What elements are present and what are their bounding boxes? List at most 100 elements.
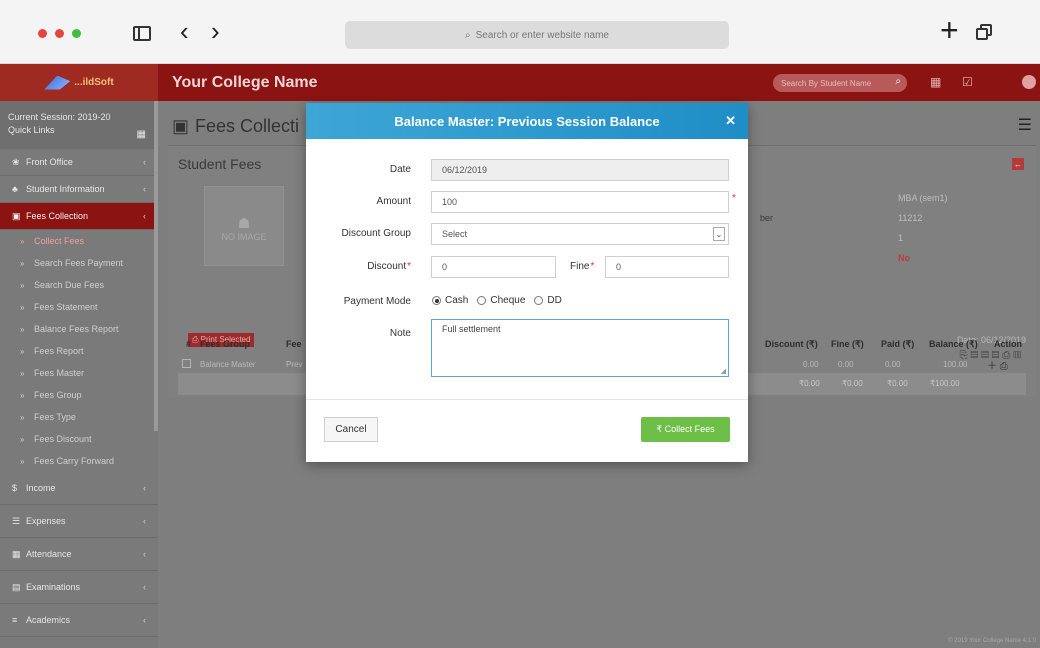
sidebar-item-label: Examinations (26, 582, 81, 592)
payment-mode-row: Payment Mode Cash Cheque DD (306, 291, 748, 313)
sidebar-item-label: Attendance (26, 549, 72, 559)
student-search-placeholder: Search By Student Name (781, 78, 872, 88)
close-window-button[interactable] (38, 29, 47, 38)
amount-field[interactable]: 100 (431, 191, 729, 213)
payment-cheque-radio[interactable]: Cheque (477, 295, 525, 306)
chevron-down-icon[interactable]: ⌄ (713, 227, 725, 241)
col-fine: Fine (₹) (831, 339, 864, 349)
row-select-checkbox[interactable] (182, 359, 191, 368)
sidebar-subitem-collect-fees[interactable]: » Collect Fees (0, 230, 158, 252)
sidebar-subitem-fees-master[interactable]: » Fees Master (0, 362, 158, 384)
sidebar-subitem-fees-group[interactable]: » Fees Group (0, 384, 158, 406)
note-label: Note (389, 328, 411, 339)
sidebar-item-icon: ▤ (12, 581, 21, 592)
sidebar-item-icon: ≡ (12, 615, 18, 625)
current-session: Current Session: 2019-20 (8, 112, 111, 122)
chevron-left-icon: ‹ (143, 211, 146, 221)
chevron-left-icon: ‹ (143, 549, 146, 559)
sidebar-subitem-label: Fees Carry Forward (34, 456, 115, 466)
quick-links[interactable]: Quick Links (8, 124, 150, 137)
roll-number-value: 11212 (898, 213, 923, 223)
payment-dd-label: DD (547, 295, 562, 306)
page-title: ▣ Fees Collecti (172, 116, 299, 137)
maximize-window-button[interactable] (72, 29, 81, 38)
fine-field[interactable]: 0 (605, 256, 729, 278)
grid-icon[interactable]: ▦ (137, 128, 146, 141)
cancel-button[interactable]: Cancel (324, 417, 378, 442)
sidebar-subitem-label: Fees Type (34, 412, 76, 422)
bullet-icon: » (20, 434, 25, 444)
payment-cash-radio[interactable]: Cash (432, 295, 468, 306)
payment-mode-label: Payment Mode (343, 296, 411, 307)
sidebar-subitem-search-due-fees[interactable]: » Search Due Fees (0, 274, 158, 296)
logo[interactable]: ...ildSoft (0, 64, 158, 101)
discount-group-select[interactable]: Select ⌄ (431, 223, 729, 245)
sidebar-subitem-fees-report[interactable]: » Fees Report (0, 340, 158, 362)
task-check-icon[interactable]: ☑ (962, 75, 973, 89)
bullet-icon: » (20, 324, 25, 334)
sidebar-subitem-search-fees-payment[interactable]: » Search Fees Payment (0, 252, 158, 274)
sidebar-subitem-label: Fees Statement (34, 302, 98, 312)
search-icon[interactable]: ⌕ (895, 76, 901, 87)
app-header: ...ildSoft Your College Name Search By S… (0, 64, 1040, 101)
discount-label: Discount* (367, 261, 411, 272)
row-paid: 0.00 (885, 360, 901, 369)
new-tab-button[interactable]: + (940, 14, 959, 46)
forward-arrow-icon[interactable]: › (211, 18, 220, 44)
payment-dd-radio[interactable]: DD (534, 295, 562, 306)
discount-group-row: Discount Group Select ⌄ (306, 223, 748, 245)
menu-icon[interactable]: ☰ (1018, 115, 1032, 135)
payment-cash-label: Cash (445, 295, 469, 306)
user-avatar[interactable] (1022, 75, 1036, 89)
radio-icon (477, 296, 487, 305)
print-icon: ⎙ (192, 335, 199, 344)
sidebar-toggle-icon[interactable] (133, 26, 151, 41)
sidebar-subitem-fees-statement[interactable]: » Fees Statement (0, 296, 158, 318)
date-field[interactable]: 06/12/2019 (431, 159, 729, 181)
row-action-icons[interactable]: ＋ ⎙ (987, 357, 1008, 372)
minimize-window-button[interactable] (55, 29, 64, 38)
tabs-overview-icon[interactable] (976, 24, 992, 44)
close-icon[interactable]: ✕ (725, 113, 736, 129)
sidebar-item-icon: ☰ (12, 515, 21, 526)
sidebar-subitem-fees-discount[interactable]: » Fees Discount (0, 428, 158, 450)
bullet-icon: » (20, 412, 25, 422)
sidebar-subitem-balance-fees-report[interactable]: » Balance Fees Report (0, 318, 158, 340)
back-button[interactable]: ← (1012, 158, 1024, 170)
sidebar-item-academics[interactable]: ≡ Academics ‹ (0, 604, 158, 637)
bullet-icon: » (20, 368, 25, 378)
total-paid: ₹0.00 (887, 379, 908, 388)
sidebar-subitem-label: Fees Group (34, 390, 82, 400)
modal-header: Balance Master: Previous Session Balance… (306, 103, 748, 139)
note-textarea[interactable]: Full settlement ◢ (431, 319, 729, 377)
sidebar-item-attendance[interactable]: ▦ Attendance ‹ (0, 538, 158, 571)
sidebar-item-income[interactable]: $ Income ‹ (0, 472, 158, 505)
resize-handle-icon[interactable]: ◢ (721, 367, 726, 375)
sidebar-subitem-fees-type[interactable]: » Fees Type (0, 406, 158, 428)
total-balance: ₹100.00 (930, 379, 960, 388)
sidebar-item-label: Front Office (26, 157, 73, 167)
sidebar-item-examinations[interactable]: ▤ Examinations ‹ (0, 571, 158, 604)
address-bar[interactable]: ⌕ Search or enter website name (345, 21, 729, 49)
collect-fees-button[interactable]: ₹ Collect Fees (641, 417, 730, 442)
modal-divider (306, 399, 748, 400)
sidebar-subitem-fees-carry-forward[interactable]: » Fees Carry Forward (0, 450, 158, 472)
sidebar-item-fees-collection[interactable]: ▣ Fees Collection ‹ (0, 203, 158, 230)
logo-text: ...ildSoft (74, 77, 114, 88)
balance-master-modal: Balance Master: Previous Session Balance… (306, 103, 748, 462)
chevron-left-icon: ‹ (143, 516, 146, 526)
sidebar-subitem-label: Search Due Fees (34, 280, 105, 290)
window-controls (38, 29, 81, 38)
sidebar-item-expenses[interactable]: ☰ Expenses ‹ (0, 505, 158, 538)
info-label: ber (760, 213, 774, 223)
address-placeholder: Search or enter website name (475, 29, 609, 41)
back-arrow-icon[interactable]: ‹ (180, 18, 189, 44)
sidebar-subitem-label: Search Fees Payment (34, 258, 124, 268)
student-search-input[interactable]: Search By Student Name ⌕ (773, 74, 907, 92)
discount-field[interactable]: 0 (431, 256, 556, 278)
sidebar-item-front-office[interactable]: ❀ Front Office ‹ (0, 149, 158, 176)
discount-group-value: Select (442, 229, 468, 239)
calendar-icon[interactable]: ▦ (930, 75, 941, 89)
fine-label-text: Fine (570, 261, 590, 272)
sidebar-item-student-information[interactable]: ♣ Student Information ‹ (0, 176, 158, 203)
